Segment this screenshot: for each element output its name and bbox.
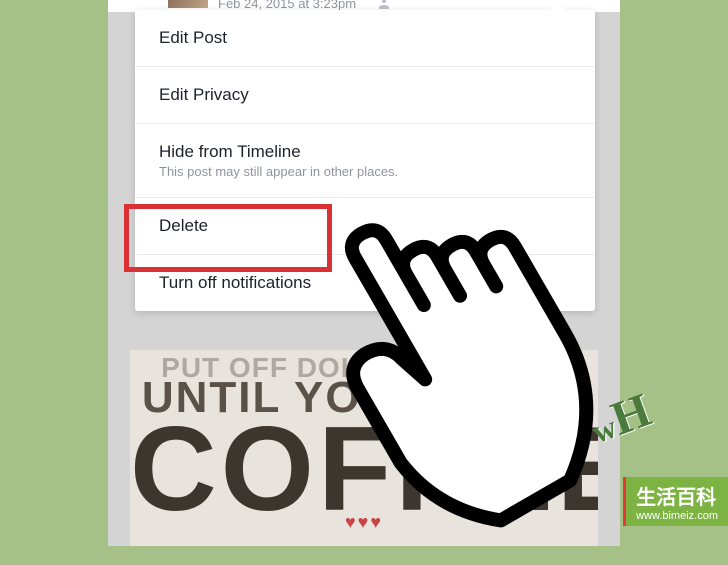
poster-text-main: COFFEE bbox=[130, 418, 598, 520]
avatar bbox=[168, 0, 208, 8]
badge-title: 生活百科 bbox=[636, 481, 718, 510]
menu-item-turn-off-notifications[interactable]: Turn off notifications bbox=[135, 255, 595, 311]
menu-item-delete[interactable]: Delete bbox=[135, 198, 595, 255]
menu-item-label: Turn off notifications bbox=[159, 273, 571, 293]
menu-item-edit-privacy[interactable]: Edit Privacy bbox=[135, 67, 595, 124]
dropdown-arrow bbox=[549, 2, 567, 11]
site-badge: 生活百科 www.bimeiz.com bbox=[623, 477, 728, 526]
menu-item-label: Edit Privacy bbox=[159, 85, 571, 105]
post-options-menu: Edit Post Edit Privacy Hide from Timelin… bbox=[135, 10, 595, 311]
poster-text-line1: PUT OFF DOING ONE THING bbox=[130, 352, 598, 384]
menu-item-edit-post[interactable]: Edit Post bbox=[135, 10, 595, 67]
menu-item-subtitle: This post may still appear in other plac… bbox=[159, 164, 571, 179]
menu-item-label: Edit Post bbox=[159, 28, 571, 48]
menu-item-label: Delete bbox=[159, 216, 571, 236]
menu-item-label: Hide from Timeline bbox=[159, 142, 571, 162]
badge-url: www.bimeiz.com bbox=[636, 510, 718, 522]
menu-item-hide-timeline[interactable]: Hide from Timeline This post may still a… bbox=[135, 124, 595, 198]
post-image: PUT OFF DOING ONE THING UNTIL YOU'VE HAD… bbox=[130, 350, 598, 546]
